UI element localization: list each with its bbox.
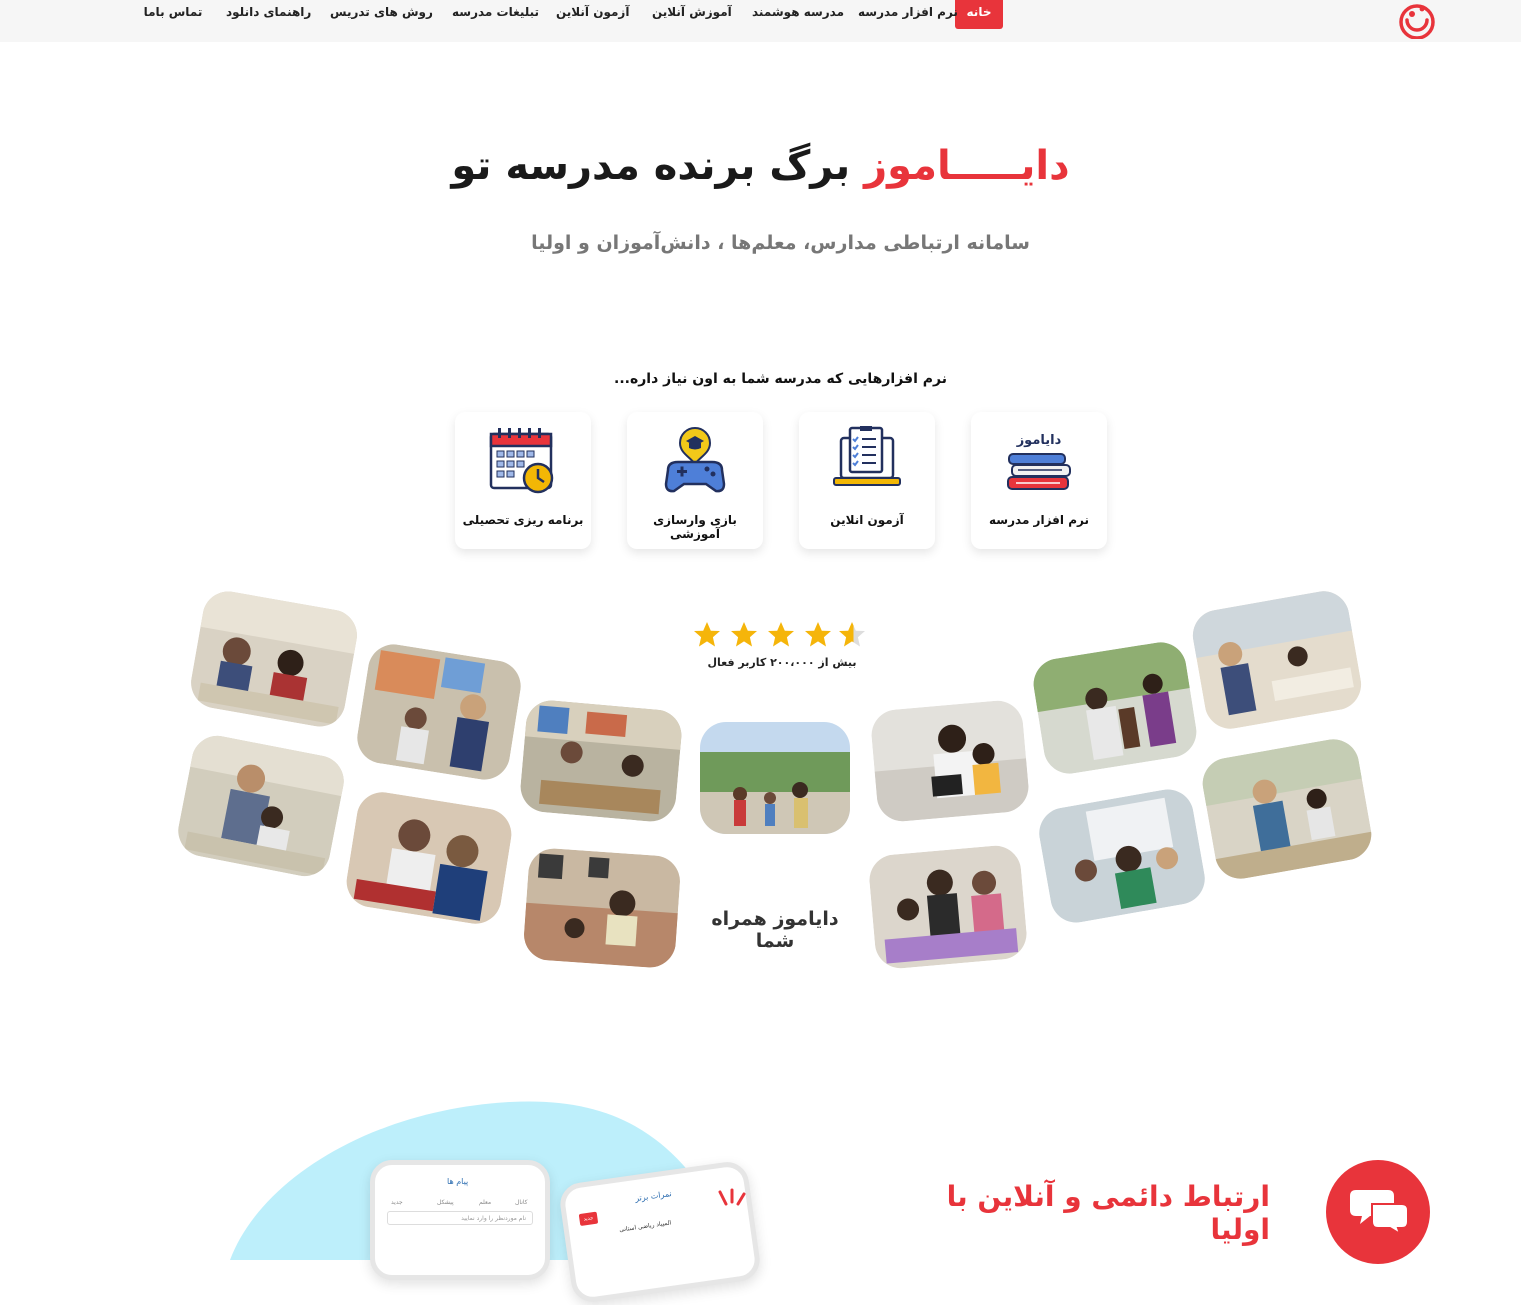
laptop-checklist-icon	[833, 426, 901, 486]
phone-tab: معلم	[479, 1199, 492, 1206]
gallery-photo	[342, 788, 516, 928]
card-gamification[interactable]: بازی وارسازی آموزشی	[627, 412, 763, 549]
gallery-photo	[1035, 785, 1209, 927]
star-icon	[694, 622, 720, 647]
phone-mockup-messages: پیام ها جدید پیشکل معلم کانال نام موردنظ…	[370, 1160, 550, 1280]
phone-tab: پیشکل	[437, 1199, 454, 1206]
new-badge: جدید	[578, 1211, 599, 1227]
hero-title-rest: برگ برنده مدرسه تو	[451, 143, 851, 189]
gallery-photo	[869, 698, 1031, 824]
svg-text:دایاموز: دایاموز	[1016, 433, 1062, 448]
brand-logo-icon[interactable]	[1398, 3, 1436, 39]
card-label: برنامه ریزی تحصیلی	[462, 513, 584, 527]
gallery-photo	[1198, 735, 1376, 883]
products-heading: نرم افزارهایی که مدرسه شما به اون نیاز د…	[614, 371, 947, 387]
nav-online-exam[interactable]: آزمون آنلاین	[556, 0, 629, 29]
phone-mockup-scores: نمرات برتر جدید المپیاد ریاضی استانی	[557, 1159, 763, 1305]
nav-download-guide[interactable]: راهنمای دانلود	[226, 0, 311, 29]
phone-search-input: نام موردنظر را وارد نمایید	[387, 1211, 533, 1225]
gallery-photo	[186, 587, 362, 731]
hero-subtitle: سامانه ارتباطی مدارس، معلم‌ها ، دانش‌آمو…	[531, 232, 1030, 254]
gallery-photo	[867, 843, 1029, 971]
sparkle-icon	[718, 1188, 746, 1206]
gallery-photo	[353, 640, 525, 784]
card-school-software[interactable]: دایاموز نرم افزار مدرسه	[971, 412, 1107, 549]
card-label: بازی وارسازی آموزشی	[653, 513, 737, 541]
gallery-photo	[700, 722, 850, 834]
gallery-photo	[1029, 638, 1201, 778]
calendar-clock-icon	[489, 428, 554, 494]
phone-tab: کانال	[515, 1199, 528, 1206]
chat-bubbles-icon	[1350, 1190, 1408, 1234]
phone-list-item: المپیاد ریاضی استانی	[618, 1219, 672, 1234]
gallery-photo	[1188, 587, 1366, 733]
gallery-photo	[522, 846, 682, 970]
phone-tab: جدید	[391, 1199, 403, 1206]
phone-title: نمرات برتر	[634, 1189, 673, 1204]
top-navbar: خانه نرم افزار مدرسه مدرسه هوشمند آموزش …	[0, 0, 1521, 42]
card-online-exam[interactable]: آزمون انلاین	[799, 412, 935, 549]
nav-online-learning[interactable]: آموزش آنلاین	[652, 0, 732, 29]
gamepad-graduation-icon	[664, 426, 726, 493]
nav-smart-school[interactable]: مدرسه هوشمند	[752, 0, 844, 29]
communication-title: ارتباط دائمی و آنلاین با اولیا	[946, 1180, 1270, 1246]
nav-home[interactable]: خانه	[955, 0, 1003, 29]
star-icon	[731, 622, 757, 647]
card-study-planning[interactable]: برنامه ریزی تحصیلی	[455, 412, 591, 549]
nav-teaching-methods[interactable]: روش های تدریس	[330, 0, 433, 29]
gallery-photo	[518, 698, 684, 824]
books-logo-icon: دایاموز	[1007, 433, 1071, 490]
star-icon	[768, 622, 794, 647]
card-label: آزمون انلاین	[830, 513, 904, 527]
card-label: نرم افزار مدرسه	[989, 513, 1089, 527]
nav-school-ads[interactable]: تبلیغات مدرسه	[452, 0, 539, 29]
rating-stars	[694, 622, 865, 647]
nav-contact[interactable]: تماس باما	[142, 0, 204, 29]
gallery-photo	[173, 731, 349, 881]
hero-title: دایـــــاموز برگ برنده مدرسه تو	[0, 138, 1521, 194]
gallery-caption: دایاموز همراه شما	[711, 908, 839, 952]
star-half-icon	[839, 622, 865, 647]
hero-brand: دایـــــاموز	[864, 143, 1070, 189]
nav-school-software[interactable]: نرم افزار مدرسه	[858, 0, 958, 29]
active-users-text: بیش از ۲۰۰،۰۰۰ کاربر فعال	[707, 656, 857, 669]
phone-title: پیام ها	[447, 1177, 469, 1186]
star-icon	[805, 622, 831, 647]
chat-icon-badge	[1326, 1160, 1430, 1264]
